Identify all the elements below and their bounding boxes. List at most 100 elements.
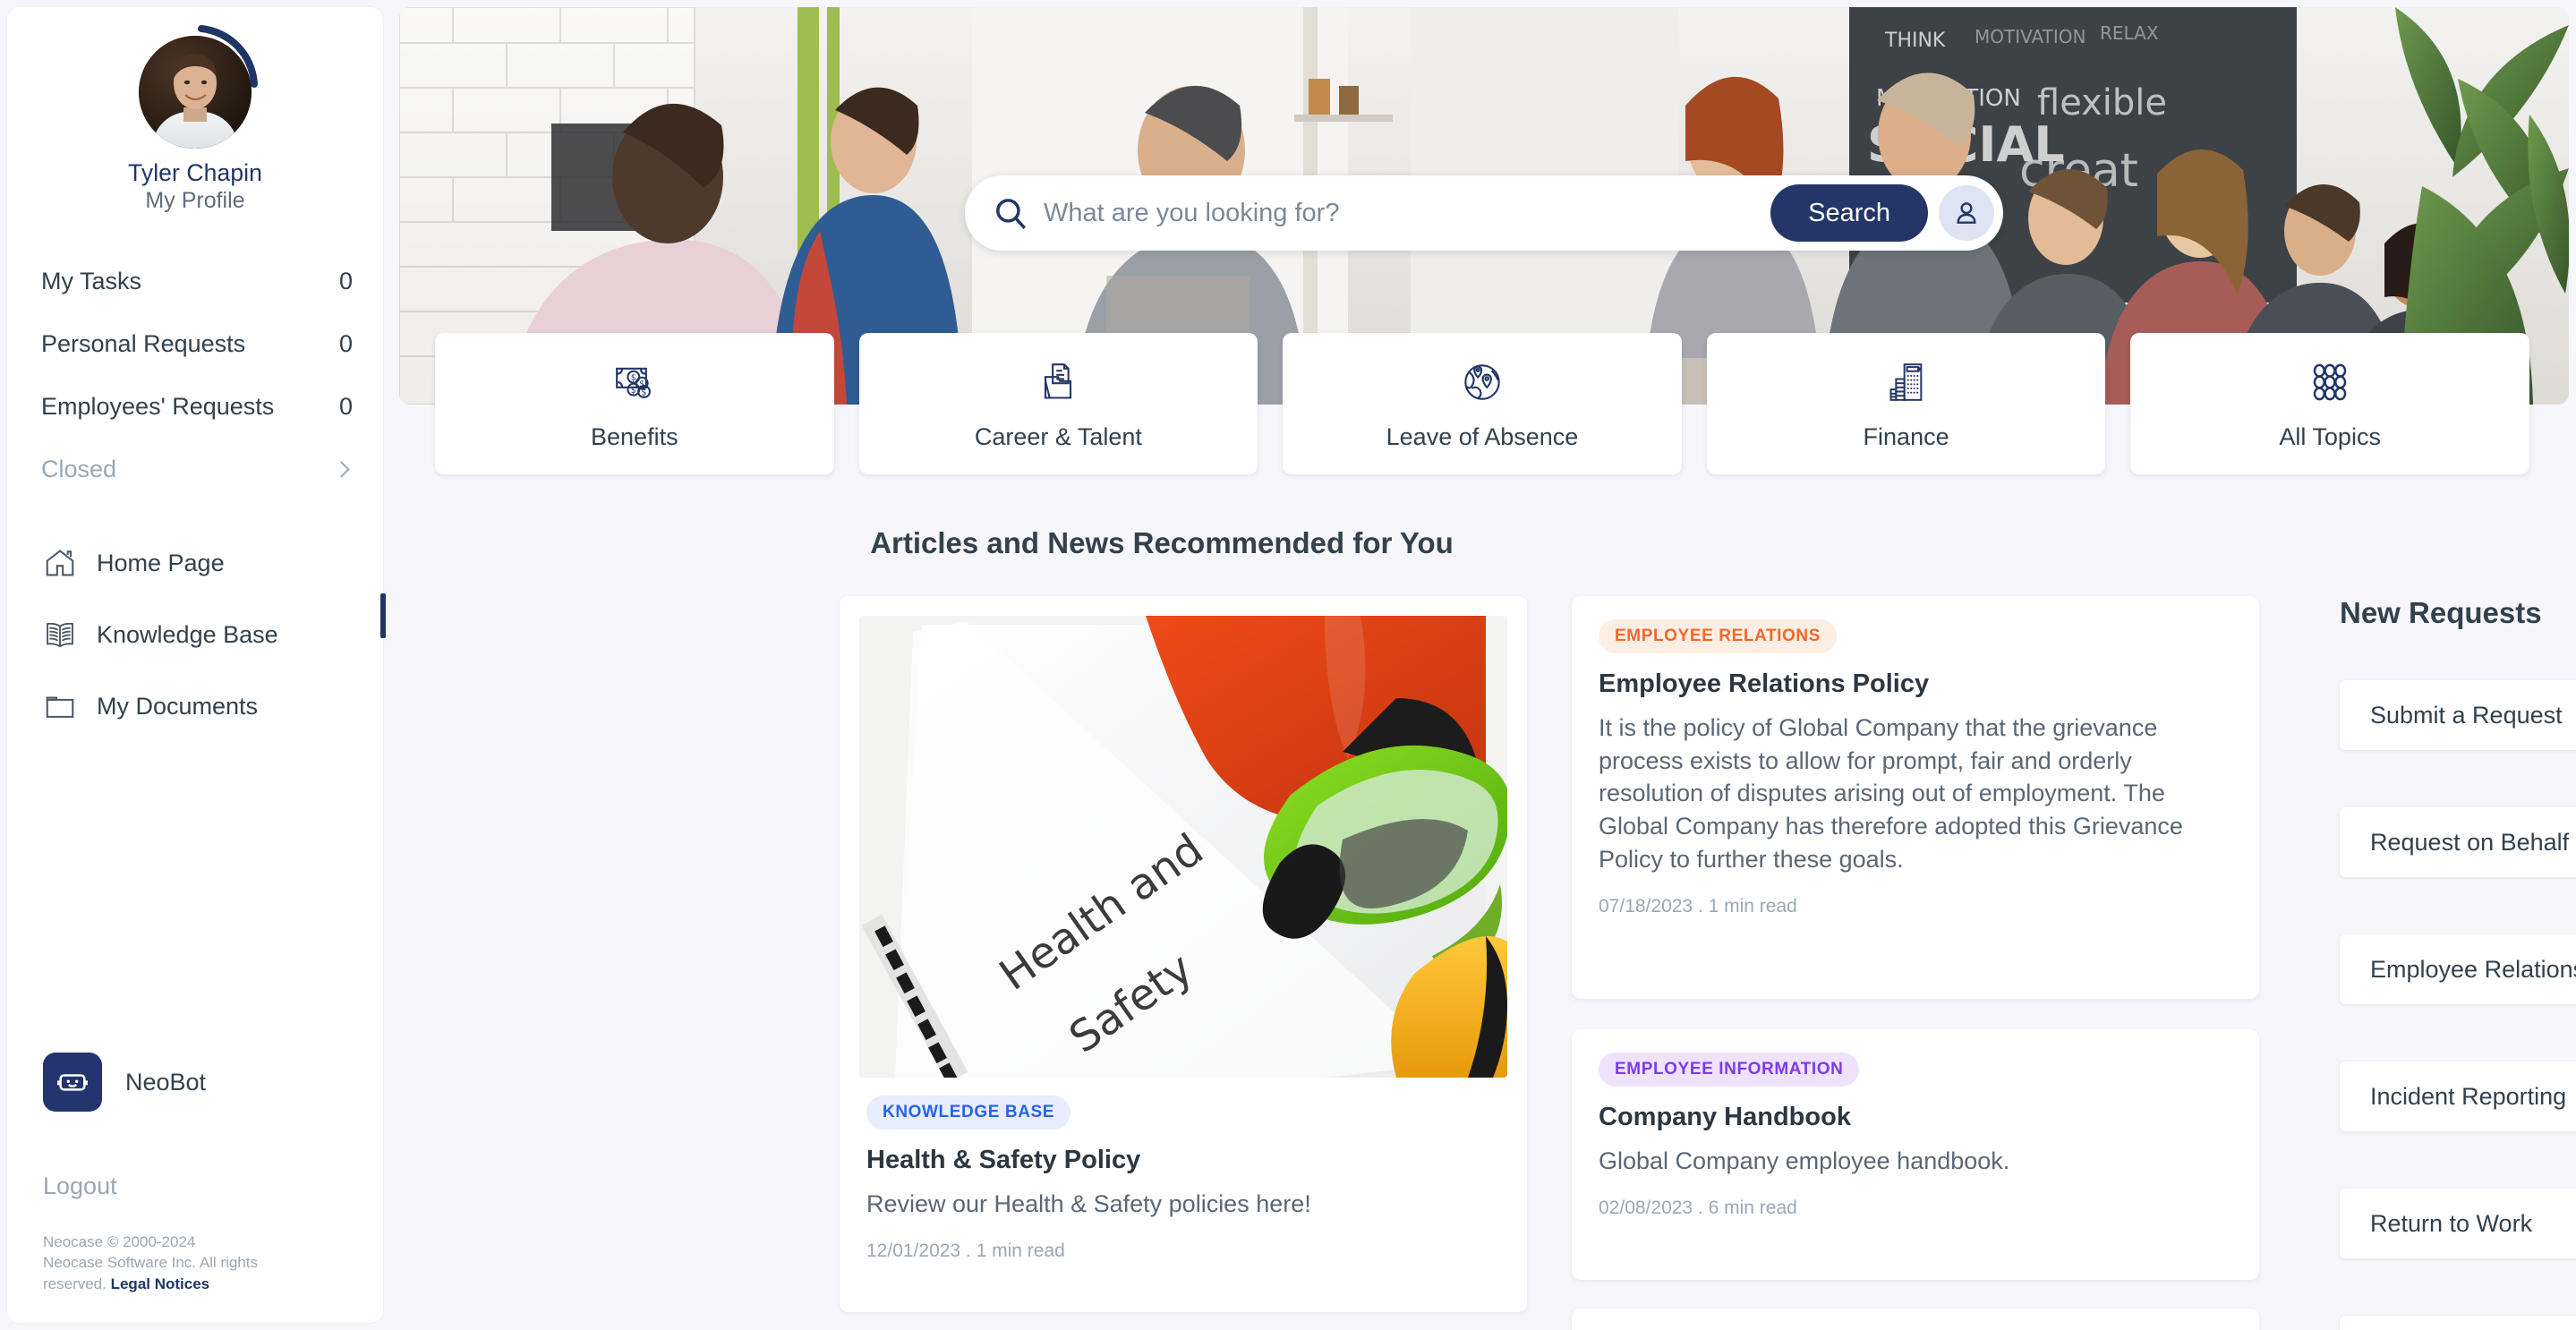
main-content: THINK MOTIVATION RELAX MOTIVATION SOCIAL…: [392, 0, 2576, 1330]
request-item-request-on-behalf[interactable]: Request on Behalf: [2340, 807, 2576, 877]
svg-text:$: $: [641, 388, 646, 397]
avatar[interactable]: [139, 36, 252, 149]
article-description: Global Company employee handbook.: [1599, 1147, 2010, 1174]
app-root: Tyler Chapin My Profile My Tasks 0 Perso…: [0, 0, 2576, 1330]
article-title: Health & Safety Policy: [866, 1146, 1141, 1174]
svg-text:THINK: THINK: [1884, 30, 1946, 52]
home-icon: [43, 546, 77, 580]
new-requests-list: Submit a Request Request on Behalf Emplo…: [2315, 680, 2576, 1330]
sidebar-item-knowledge-base[interactable]: Knowledge Base: [43, 599, 383, 670]
count-row-employees-requests[interactable]: Employees' Requests 0: [41, 375, 353, 438]
sidebar-item-home-page[interactable]: Home Page: [43, 527, 383, 599]
side-article-card-company-handbook[interactable]: EMPLOYEE INFORMATION Company Handbook Gl…: [1572, 1029, 2259, 1280]
status-badge: KNOWLEDGE BASE: [866, 1096, 1071, 1130]
building-chart-icon: [1881, 357, 1932, 407]
tile-label: Finance: [1863, 422, 1949, 450]
request-item-return-to-work[interactable]: Return to Work: [2340, 1189, 2576, 1258]
closed-label: Closed: [41, 455, 117, 482]
chevron-right-icon: [333, 460, 350, 478]
article-meta: 02/08/2023 . 6 min read: [1599, 1197, 1797, 1218]
legal-notices-link[interactable]: Legal Notices: [111, 1275, 210, 1292]
neobot-label: NeoBot: [125, 1068, 207, 1096]
side-article-card-employee-relations[interactable]: EMPLOYEE RELATIONS Employee Relations Po…: [1572, 596, 2259, 999]
request-item-other-requests[interactable]: Other Requests: [2340, 1316, 2576, 1330]
count-row-personal-requests[interactable]: Personal Requests 0: [41, 312, 353, 375]
svg-text:MOTIVATION: MOTIVATION: [1975, 26, 2086, 47]
globe-pin-icon: [1457, 357, 1507, 407]
magnifier-icon: [992, 194, 1029, 232]
tile-career-talent[interactable]: Career & Talent: [858, 333, 1258, 474]
request-item-label: Incident Reporting: [2370, 1082, 2567, 1110]
status-badge: EMPLOYEE RELATIONS: [1599, 619, 1838, 653]
document-folder-icon: [1033, 357, 1083, 407]
feature-article-body: KNOWLEDGE BASE Health & Safety Policy Re…: [840, 1078, 1527, 1262]
svg-text:RELAX: RELAX: [2100, 22, 2159, 44]
count-label: Personal Requests: [41, 329, 246, 357]
search-button[interactable]: Search: [1770, 184, 1928, 242]
logout-button[interactable]: Logout: [43, 1172, 117, 1200]
neobot-launcher[interactable]: NeoBot: [43, 1053, 206, 1112]
article-description: It is the policy of Global Company that …: [1599, 714, 2183, 873]
health-and-safety-booklet-photo: Health and Safety: [859, 616, 1507, 1078]
request-item-label: Return to Work: [2370, 1209, 2533, 1237]
avatar-wrap: [128, 20, 262, 154]
search-input[interactable]: [1044, 198, 1771, 228]
feature-article-card[interactable]: Health and Safety KNOWLEDGE BASE Health …: [840, 596, 1527, 1312]
new-requests-title: New Requests: [2340, 596, 2542, 629]
new-requests-panel: New Requests Submit a Request Request on…: [2315, 596, 2576, 1330]
active-nav-indicator: [380, 593, 386, 638]
article-title: Employee Relations Policy: [1599, 669, 1930, 698]
profile-subtitle[interactable]: My Profile: [7, 188, 383, 214]
request-item-label: Employee Relations: [2370, 955, 2576, 983]
page-scrollbar[interactable]: [2571, 0, 2576, 1330]
sidebar-item-my-documents[interactable]: My Documents: [43, 670, 383, 742]
sidebar-item-label: Knowledge Base: [97, 620, 278, 648]
article-title: Company Handbook: [1599, 1103, 1851, 1131]
status-badge: EMPLOYEE INFORMATION: [1599, 1053, 1860, 1087]
tile-label: Benefits: [591, 422, 678, 450]
search-bar[interactable]: Search: [965, 175, 2003, 251]
profile-block[interactable]: Tyler Chapin My Profile: [7, 7, 383, 214]
count-label: Employees' Requests: [41, 392, 275, 420]
sidebar-footer: Neocase © 2000-2024 Neocase Software Inc…: [43, 1232, 329, 1294]
counts-list: My Tasks 0 Personal Requests 0 Employees…: [7, 250, 383, 500]
quick-links-row: $ $ $ $ Benefits Career & Talent Leave o…: [435, 333, 2529, 474]
request-item-incident-reporting[interactable]: Incident Reporting: [2340, 1061, 2576, 1131]
tile-all-topics[interactable]: All Topics: [2130, 333, 2529, 474]
count-label: My Tasks: [41, 267, 142, 294]
sidebar-nav: Home Page Knowledge Base My Documents: [7, 527, 383, 742]
article-meta: 12/01/2023 . 1 min read: [866, 1240, 1065, 1261]
sidebar-item-label: My Documents: [97, 692, 259, 720]
footer-line-1: Neocase © 2000-2024: [43, 1233, 196, 1250]
side-article-card-partial[interactable]: [1572, 1309, 2259, 1330]
footer-reserved-text: reserved.: [43, 1275, 111, 1292]
tile-leave-of-absence[interactable]: Leave of Absence: [1283, 333, 1682, 474]
sidebar-card: Tyler Chapin My Profile My Tasks 0 Perso…: [7, 7, 383, 1323]
article-meta: 07/18/2023 . 1 min read: [1599, 895, 1797, 917]
robot-icon: [43, 1053, 102, 1112]
request-item-submit-a-request[interactable]: Submit a Request: [2340, 680, 2576, 750]
money-bill-coins-icon: $ $ $ $: [610, 357, 660, 407]
person-icon[interactable]: [1939, 185, 1994, 241]
footer-line-3: reserved. Legal Notices: [43, 1274, 329, 1294]
tile-finance[interactable]: Finance: [1706, 333, 2106, 474]
folder-icon: [43, 689, 77, 723]
tile-label: Career & Talent: [974, 422, 1142, 450]
count-value: 0: [338, 267, 353, 294]
book-icon: [43, 618, 77, 652]
tile-label: All Topics: [2279, 422, 2381, 450]
article-description: Review our Health & Safety policies here…: [866, 1190, 1311, 1217]
sidebar: Tyler Chapin My Profile My Tasks 0 Perso…: [0, 0, 392, 1330]
sidebar-item-label: Home Page: [97, 549, 225, 576]
page-title: Articles and News Recommended for You: [870, 526, 1454, 559]
user-avatar-photo: [139, 36, 252, 149]
count-row-my-tasks[interactable]: My Tasks 0: [41, 250, 353, 312]
svg-text:$: $: [631, 386, 636, 396]
request-item-employee-relations[interactable]: Employee Relations: [2340, 934, 2576, 1004]
count-value: 0: [338, 329, 353, 357]
count-row-closed[interactable]: Closed: [41, 438, 353, 500]
footer-line-2: Neocase Software Inc. All rights: [43, 1254, 259, 1272]
count-value: 0: [338, 392, 353, 420]
tile-benefits[interactable]: $ $ $ $ Benefits: [435, 333, 834, 474]
request-item-label: Submit a Request: [2370, 701, 2563, 729]
